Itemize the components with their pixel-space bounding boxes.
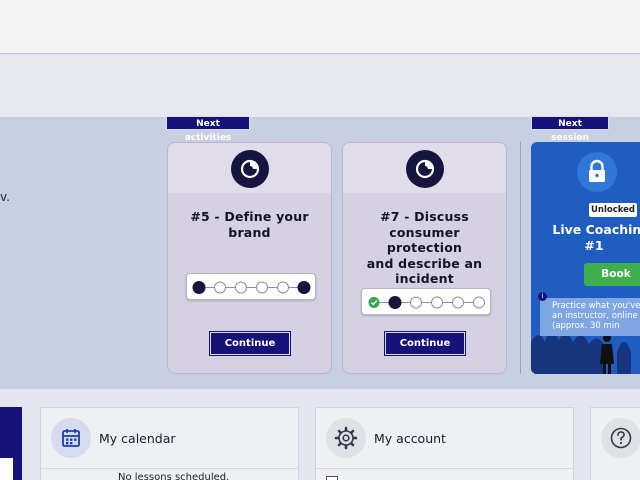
step-progress-track [368,296,485,309]
session-info-tooltip: Practice what you've l an instructor, on… [540,298,640,336]
tile-divider [316,468,573,469]
step-pending [235,281,247,294]
account-checkbox[interactable] [326,476,338,480]
session-illustration [531,331,631,374]
account-tile[interactable]: My account [315,407,574,480]
info-line: Practice what you've l [552,301,640,311]
continue-button[interactable]: Continue [209,331,291,356]
activity-card-7[interactable]: #7 - Discuss consumer protection and des… [342,142,507,374]
target-icon [405,150,444,188]
activity-card-5[interactable]: #5 - Define your brand Continue [167,142,332,374]
continue-button[interactable]: Continue [384,331,466,356]
step-pending [410,296,422,309]
step-pending [473,296,485,309]
info-icon: i [538,292,547,301]
next-activities-tag: Next activities [166,116,250,143]
step-progress-track [192,281,311,294]
truncated-text: v. [0,190,10,204]
sub-header [0,55,640,117]
top-bar [0,0,640,54]
activity-title-line: brand [228,224,271,240]
step-current [192,281,206,294]
step-pending [256,281,268,294]
info-line: (approx. 30 min [552,321,620,331]
activity-title-line: and describe an [366,255,483,271]
activity-title-line: consumer protection [386,224,463,256]
session-card[interactable]: Unlocked Live Coaching S #1 Book [531,142,640,374]
activity-title-line: #7 - Discuss [380,209,469,224]
partial-card-inner [0,458,13,480]
activity-card-header [168,143,331,193]
step-pending [431,296,443,309]
account-tile-label: My account [374,431,446,446]
target-icon [230,150,269,188]
activity-title: #7 - Discuss consumer protection and des… [351,209,498,287]
help-icon [601,418,640,458]
step-done [368,297,380,308]
calendar-tile[interactable]: My calendar No lessons scheduled. [40,407,299,480]
step-current [297,281,311,294]
activity-title-line: incident [395,271,454,286]
calendar-icon [51,418,91,458]
activity-card-header [343,143,506,193]
tile-divider [41,468,298,469]
gear-icon [326,418,366,458]
step-pending [452,296,464,309]
step-pending [214,281,226,294]
step-progress [186,273,316,300]
info-line: an instructor, online v [552,311,640,321]
calendar-status: No lessons scheduled. [118,472,230,480]
help-tile[interactable] [590,407,640,480]
activity-title: #5 - Define your brand [176,209,323,240]
section-divider [520,142,521,374]
step-current [388,296,402,309]
next-session-tag: Next session [531,116,609,143]
activity-title-line: #5 - Define your [190,209,309,224]
step-pending [277,281,289,294]
step-progress [361,288,491,315]
calendar-tile-label: My calendar [99,431,176,446]
